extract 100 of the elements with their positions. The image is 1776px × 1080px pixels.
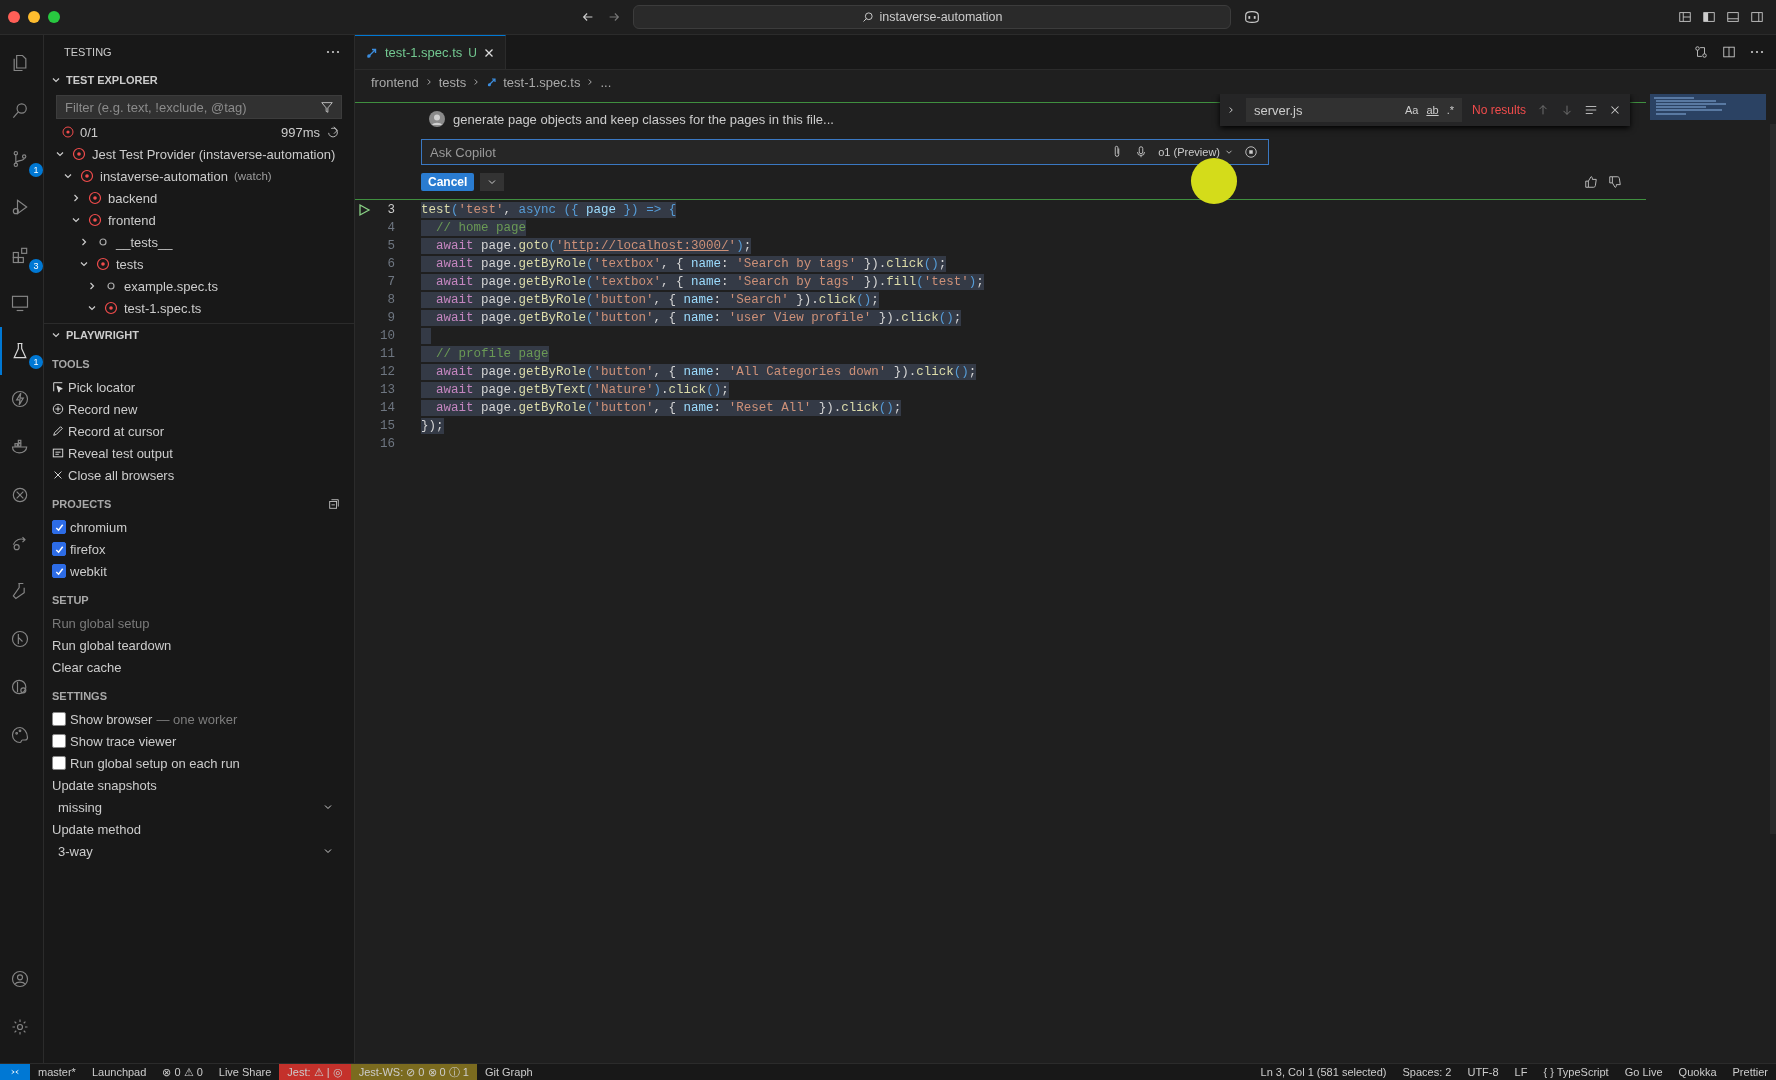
status-item[interactable]: Spaces: 2 (1394, 1064, 1460, 1080)
compare-changes-icon[interactable] (1694, 45, 1708, 59)
setup-link[interactable]: Clear cache (52, 656, 354, 678)
close-icon (52, 469, 64, 481)
find-option[interactable]: .* (1446, 104, 1454, 116)
checkbox[interactable] (52, 564, 66, 578)
dropdown-button[interactable] (480, 173, 505, 191)
minimize-window-button[interactable] (28, 11, 40, 23)
line-number: 16 (380, 437, 395, 451)
test-tree-item[interactable]: __tests__ (44, 231, 354, 253)
bolt-icon[interactable] (10, 389, 30, 409)
run-test-icon[interactable] (357, 203, 371, 217)
setting-label: Run global setup on each run (70, 755, 240, 771)
breadcrumb-item[interactable]: test-1.spec.ts (503, 74, 581, 90)
find-field[interactable]: server.js Aa ab .* (1246, 98, 1462, 122)
group-heading: SETTINGS (52, 689, 108, 704)
test-tree-item[interactable]: Jest Test Provider (instaverse-automation) (44, 143, 354, 165)
cancel-button[interactable]: Cancel (421, 173, 475, 191)
ask-copilot-box[interactable]: Ask Copilot o1 (Preview) (421, 139, 1269, 165)
more-actions-icon[interactable] (1750, 50, 1764, 54)
find-result: No results (1471, 103, 1526, 117)
toggle-sidebar-icon[interactable] (1702, 10, 1716, 24)
selection-icon[interactable] (1584, 103, 1598, 117)
close-window-button[interactable] (8, 11, 20, 23)
rerun-icon[interactable] (326, 125, 340, 139)
section-header[interactable]: PLAYWRIGHT (44, 323, 354, 346)
test-tree-item[interactable]: frontend (44, 209, 354, 231)
test-tree-item[interactable]: test-1.spec.ts (44, 297, 354, 319)
split-editor-icon[interactable] (1722, 45, 1736, 59)
run-debug-icon[interactable] (10, 197, 30, 217)
activity-bar-item[interactable]: 1 (0, 135, 43, 183)
tree-label: __tests__ (116, 234, 173, 250)
editor-tab[interactable]: test-1.spec.ts U (355, 35, 506, 69)
tool-link[interactable]: Reveal test output (52, 442, 354, 464)
more-actions-icon[interactable] (326, 50, 340, 54)
checkbox[interactable] (52, 542, 66, 556)
status-item[interactable]: Ln 3, Col 1 (581 selected) (1252, 1064, 1395, 1080)
forward-arrow-icon[interactable] (607, 10, 621, 24)
group-heading: PROJECTS (52, 498, 112, 510)
status-item[interactable]: Quokka (1670, 1064, 1725, 1080)
status-item[interactable]: Jest: ⚠ | ◎ (279, 1064, 351, 1080)
palette-icon[interactable] (10, 725, 30, 745)
test-tree-item[interactable]: example.spec.ts (44, 275, 354, 297)
model-picker[interactable]: o1 (Preview) (1158, 146, 1220, 158)
failed-status-icon (62, 126, 74, 138)
remote-icon[interactable] (10, 293, 30, 313)
test-tree-item[interactable]: tests (44, 253, 354, 275)
customize-layout-icon[interactable] (1678, 10, 1692, 24)
ask-copilot-field[interactable]: Ask Copilot (428, 143, 1101, 161)
tool-link[interactable]: Pick locator (52, 376, 354, 398)
toggle-panel-icon[interactable] (1726, 10, 1740, 24)
status-item[interactable]: master* (30, 1064, 84, 1080)
filter-icon[interactable] (320, 100, 334, 114)
search-icon[interactable] (10, 101, 30, 121)
status-item[interactable]: Launchpad (83, 1064, 155, 1080)
section-header[interactable]: TEST EXPLORER (44, 69, 354, 91)
tool-link[interactable]: Record new (52, 398, 354, 420)
git-circle-icon[interactable] (10, 629, 30, 649)
activity-bar-item[interactable]: 3 (0, 231, 43, 279)
checkbox[interactable] (52, 520, 66, 534)
toggle-secondary-sidebar-icon[interactable] (1750, 10, 1764, 24)
setting-dropdown[interactable]: 3-way (52, 840, 354, 862)
copilot-icon[interactable] (1243, 9, 1261, 25)
status-item[interactable]: Git Graph (476, 1064, 541, 1080)
command-center-field[interactable]: instaverse-automation (633, 5, 1231, 29)
back-arrow-icon[interactable] (581, 10, 595, 24)
close-icon[interactable] (483, 46, 495, 59)
line-number: 8 (387, 293, 395, 307)
zoom-window-button[interactable] (48, 11, 60, 23)
pick-icon (52, 381, 64, 393)
breadcrumb-item[interactable]: ... (600, 74, 612, 90)
status-item[interactable]: UTF-8 (1459, 1064, 1507, 1080)
thumbs-up-icon[interactable] (1584, 175, 1598, 189)
tool-link[interactable]: Close all browsers (52, 464, 354, 486)
setting-dropdown[interactable]: missing (52, 796, 354, 818)
status-item[interactable]: Go Live (1616, 1064, 1671, 1080)
status-item[interactable]: Live Share (210, 1064, 280, 1080)
test-tree-item[interactable]: backend (44, 187, 354, 209)
setup-link[interactable]: Run global teardown (52, 634, 354, 656)
status-item[interactable]: LF (1506, 1064, 1536, 1080)
tool-link[interactable]: Record at cursor (52, 420, 354, 442)
breadcrumb-item[interactable]: tests (438, 74, 467, 90)
breadcrumb-item[interactable]: frontend (371, 74, 419, 90)
find-option[interactable]: ab (1426, 104, 1439, 116)
line-number: 7 (387, 275, 395, 289)
output-icon (52, 447, 64, 459)
checkbox[interactable] (52, 734, 66, 748)
status-item[interactable]: Prettier (1724, 1064, 1776, 1080)
checkbox[interactable] (52, 756, 66, 770)
extensions-icon[interactable] (10, 245, 30, 265)
status-item[interactable]: ⊗ 0 ⚠ 0 (154, 1064, 211, 1080)
thumbs-down-icon[interactable] (1608, 175, 1622, 189)
find-option[interactable]: Aa (1404, 104, 1419, 116)
checkbox[interactable] (52, 712, 66, 726)
stop-icon[interactable] (1244, 145, 1258, 159)
line-number: 5 (387, 239, 395, 253)
test-tree-item[interactable]: instaverse-automation (watch) (44, 165, 354, 187)
status-item[interactable]: { } TypeScript (1535, 1064, 1617, 1080)
collapse-all-icon[interactable] (328, 498, 340, 510)
filter-field[interactable]: Filter (e.g. text, !exclude, @tag) (56, 95, 342, 119)
